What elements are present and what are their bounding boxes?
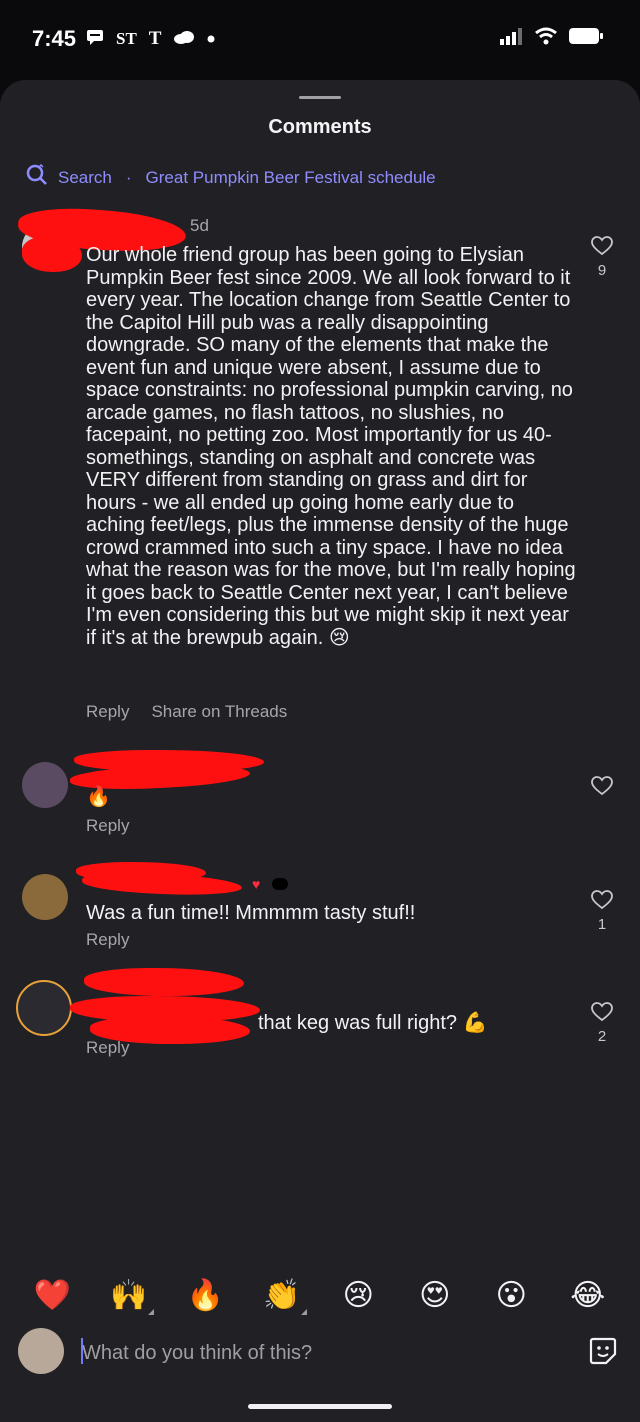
comment-composer	[0, 1322, 640, 1382]
sticker-icon[interactable]	[588, 1336, 618, 1371]
reply-button[interactable]: Reply	[86, 930, 129, 950]
text-caret	[81, 1338, 83, 1364]
skin-tone-indicator	[300, 1308, 307, 1315]
avatar[interactable]	[16, 980, 72, 1036]
like-control[interactable]	[590, 776, 614, 802]
reaction-heart-eyes[interactable]: 😍	[410, 1278, 460, 1313]
search-separator: ·	[125, 167, 132, 187]
quick-reactions: ❤️ 🙌 🔥 👏 😢 😍 😮 😂	[0, 1270, 640, 1320]
reply-button[interactable]: Reply	[86, 816, 129, 836]
chat-bubble-icon	[86, 29, 104, 50]
like-control[interactable]: 2	[590, 1002, 614, 1045]
comment-age: 5d	[190, 216, 209, 235]
comment-item: ♥ Was a fun time!! Mmmmm tasty stuf!! Re…	[0, 850, 640, 960]
share-on-threads-button[interactable]: Share on Threads	[151, 702, 287, 722]
like-count: 1	[597, 916, 607, 933]
reaction-raised-hands[interactable]: 🙌	[104, 1278, 154, 1315]
like-control[interactable]: 9	[590, 236, 614, 279]
comment-item: that keg was full right? 💪 Reply 2	[0, 960, 640, 1070]
comment-item: 🔥 Reply	[0, 740, 640, 850]
search-icon	[26, 163, 48, 191]
heart-icon	[591, 890, 613, 910]
heart-badge-icon: ♥	[252, 876, 261, 892]
comment-input[interactable]	[82, 1336, 552, 1370]
reply-button[interactable]: Reply	[86, 1038, 129, 1058]
reaction-fire[interactable]: 🔥	[180, 1278, 230, 1313]
reaction-emoji: 👏	[263, 1278, 301, 1312]
heart-icon	[591, 776, 613, 796]
reaction-surprised[interactable]: 😮	[486, 1278, 536, 1313]
like-control[interactable]: 1	[590, 890, 614, 933]
notification-icons: ST T	[86, 28, 215, 50]
redaction	[22, 236, 82, 272]
wifi-icon	[534, 27, 558, 50]
avatar[interactable]	[22, 762, 68, 808]
battery-icon	[568, 26, 604, 51]
my-avatar	[18, 1328, 64, 1374]
system-icons	[500, 26, 604, 51]
reply-button[interactable]: Reply	[86, 702, 129, 722]
comment-text: Our whole friend group has been going to…	[86, 244, 576, 649]
heart-icon	[591, 236, 613, 256]
skin-tone-indicator	[147, 1308, 154, 1315]
reaction-emoji: 🙌	[110, 1278, 148, 1312]
comment-item: 5d Our whole friend group has been going…	[0, 205, 640, 726]
sheet-grabber[interactable]	[299, 96, 341, 99]
home-indicator[interactable]	[248, 1404, 392, 1409]
dot-icon	[207, 30, 215, 48]
sheet-title: Comments	[268, 116, 372, 138]
like-count: 2	[597, 1028, 607, 1045]
comments-sheet: Comments Search · Great Pumpkin Beer Festi…	[0, 80, 640, 1422]
redaction	[81, 871, 243, 897]
cloud-icon	[173, 30, 195, 49]
search-query: Great Pumpkin Beer Festival schedule	[145, 167, 436, 187]
redaction	[84, 968, 244, 996]
like-count: 9	[597, 262, 607, 279]
search-suggestion[interactable]: Search · Great Pumpkin Beer Festival sched…	[26, 163, 436, 191]
comment-actions: Reply	[86, 1038, 129, 1058]
avatar[interactable]	[22, 874, 68, 920]
comment-actions: Reply	[86, 816, 129, 836]
search-prefix: Search	[58, 167, 112, 187]
comment-text: 🔥	[86, 786, 111, 808]
reaction-crying[interactable]: 😢	[333, 1278, 383, 1313]
reaction-laughing[interactable]: 😂	[563, 1278, 613, 1313]
verified-badge-icon	[272, 878, 288, 890]
reaction-heart[interactable]: ❤️	[27, 1278, 77, 1313]
status-bar: 7:45 ST T	[0, 0, 640, 80]
comment-actions: Reply	[86, 930, 129, 950]
signal-icon	[500, 27, 524, 50]
news-icon: ST	[116, 29, 137, 48]
heart-icon	[591, 1002, 613, 1022]
status-time: 7:45	[32, 26, 77, 51]
reaction-clap[interactable]: 👏	[257, 1278, 307, 1315]
comment-actions: Reply Share on Threads	[86, 702, 287, 722]
comment-text: that keg was full right? 💪	[258, 1012, 488, 1034]
comment-text: Was a fun time!! Mmmmm tasty stuf!!	[86, 902, 416, 924]
nyt-icon: T	[148, 28, 162, 49]
